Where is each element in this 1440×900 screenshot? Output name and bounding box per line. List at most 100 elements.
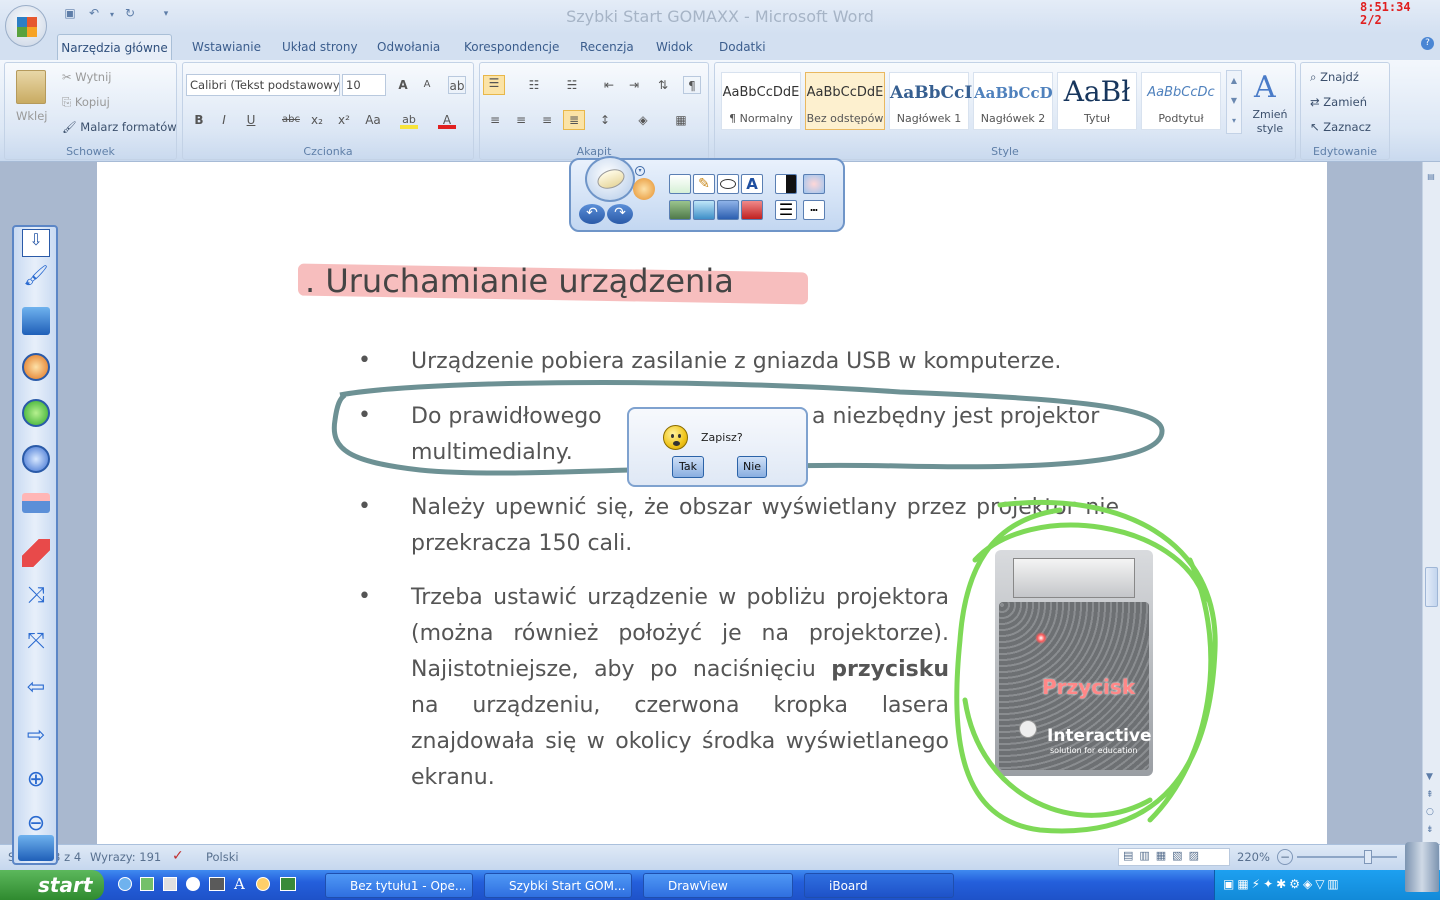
taskbar-item-word[interactable]: Szybki Start GOM... (484, 873, 632, 898)
brush-icon[interactable]: 🖌 (22, 263, 50, 291)
increase-indent-icon[interactable]: ⇥ (625, 76, 643, 94)
prev-page-icon[interactable]: ⇞ (1426, 790, 1434, 800)
image-icon[interactable] (669, 200, 691, 220)
quicklaunch-icon-7[interactable] (256, 877, 270, 891)
next-page-icon[interactable]: ⇟ (1426, 825, 1434, 835)
copy-button[interactable]: ⎘ Kopiuj (62, 95, 110, 110)
superscript-icon[interactable]: x² (335, 111, 353, 129)
scroll-down-icon[interactable]: ▼ (1426, 772, 1433, 782)
zoom-out-button[interactable]: − (1277, 849, 1293, 865)
office-button[interactable] (5, 5, 47, 47)
shrink-font-icon[interactable]: A (418, 76, 436, 94)
line-style-icon[interactable]: ┅ (803, 200, 825, 220)
underline-icon[interactable]: U (242, 111, 260, 129)
help-icon[interactable]: ? (1421, 37, 1434, 50)
tray-icons[interactable]: ▣▦⚡✦✱⚙◈▽▥ (1223, 877, 1403, 893)
font-name-select[interactable]: Calibri (Tekst podstawowy (186, 74, 340, 96)
tab-home[interactable]: Narzędzia główne (57, 34, 172, 61)
highlight-icon[interactable]: ab (400, 113, 418, 129)
style-heading-2[interactable]: AaBbCcD Nagłówek 2 (973, 72, 1053, 130)
line-width-icon[interactable]: ☰ (775, 200, 797, 220)
settings-icon[interactable] (18, 835, 54, 861)
proofing-icon[interactable]: ✓ (172, 848, 184, 864)
dialog-yes-button[interactable]: Tak (672, 456, 704, 478)
zoom-level[interactable]: 220% (1237, 850, 1270, 864)
record-icon[interactable] (22, 353, 50, 381)
decrease-indent-icon[interactable]: ⇤ (600, 76, 618, 94)
bullets-icon[interactable]: ☰ (483, 75, 505, 95)
font-color-icon[interactable]: A (438, 113, 456, 129)
shape-icon[interactable] (717, 174, 739, 194)
borders-icon[interactable]: ▦ (672, 111, 690, 129)
tab-review[interactable]: Recenzja (580, 40, 634, 54)
scroll-thumb[interactable] (1425, 567, 1438, 607)
previous-page-icon[interactable]: ⇦ (22, 675, 50, 703)
save-icon[interactable]: ▣ (62, 6, 78, 24)
toolbar-menu-icon[interactable]: ▾ (635, 166, 645, 176)
font-size-select[interactable]: 10 (342, 74, 386, 96)
cut-button[interactable]: ✂ Wytnij (62, 70, 111, 84)
undo-icon[interactable]: ↶ (86, 6, 102, 24)
paste-button[interactable]: Wklej (16, 109, 48, 123)
find-button[interactable]: ⌕ Znajdź (1310, 70, 1359, 85)
change-styles-button[interactable]: Zmień style (1252, 108, 1288, 136)
taskbar-item-openoffice[interactable]: Bez tytułu1 - Ope... (325, 873, 473, 898)
quicklaunch-font-icon[interactable]: A (234, 875, 245, 893)
paste-icon[interactable] (16, 70, 46, 104)
tab-addins[interactable]: Dodatki (719, 40, 766, 54)
play-icon[interactable] (22, 399, 50, 427)
quicklaunch-icon-2[interactable] (140, 877, 154, 891)
change-case-icon[interactable]: Aa (362, 111, 384, 129)
select-button[interactable]: ↖ Zaznacz (1310, 120, 1371, 134)
line-spacing-icon[interactable]: ↕ (596, 111, 614, 129)
undo-dropdown-icon[interactable]: ▾ (104, 10, 120, 28)
style-no-spacing[interactable]: AaBbCcDdE Bez odstępów (805, 72, 885, 130)
style-normal[interactable]: AaBbCcDdE ¶ Normalny (721, 72, 801, 130)
redo-icon[interactable]: ↻ (122, 6, 138, 24)
new-page-icon[interactable] (669, 174, 691, 194)
numbering-icon[interactable]: ☷ (525, 76, 543, 94)
next-page-arrow-icon[interactable]: ⇨ (22, 723, 50, 751)
style-subtitle[interactable]: AaBbCcDc Podtytuł (1141, 72, 1221, 130)
merge-icon[interactable]: ⤨ (22, 583, 50, 611)
view-buttons[interactable]: ▤▥▦▧▨ (1118, 848, 1230, 866)
grow-font-icon[interactable]: A (394, 76, 412, 94)
pause-icon[interactable] (22, 445, 50, 473)
bold-icon[interactable]: B (190, 111, 208, 129)
browse-object-icon[interactable]: ○ (1426, 807, 1434, 817)
pencil-icon[interactable]: ✎ (693, 174, 715, 194)
language[interactable]: Polski (206, 850, 239, 864)
align-right-icon[interactable]: ≡ (538, 111, 556, 129)
tab-mailings[interactable]: Korespondencje (464, 40, 559, 54)
taskbar-item-drawview[interactable]: DrawView (643, 873, 793, 898)
toolbox-icon[interactable] (741, 200, 763, 220)
style-title[interactable]: AaBł Tytuł (1057, 72, 1137, 130)
vertical-scrollbar[interactable]: ▤ ▼ ⇞ ○ ⇟ (1422, 162, 1440, 844)
palette-icon[interactable] (803, 174, 825, 194)
dialog-no-button[interactable]: Nie (737, 456, 767, 478)
zoom-in-icon[interactable]: ⊕ (22, 767, 50, 795)
toolbar-undo-icon[interactable]: ↶ (579, 204, 605, 224)
clear-format-icon[interactable]: ab (448, 76, 466, 94)
show-marks-icon[interactable]: ¶ (683, 76, 701, 94)
color-fill-icon[interactable] (775, 174, 797, 194)
split-icon[interactable]: ⤧ (22, 629, 50, 657)
zoom-slider[interactable] (1297, 856, 1397, 858)
quicklaunch-icon-8[interactable] (280, 877, 296, 891)
strikethrough-icon[interactable]: abc (282, 111, 300, 129)
clear-icon[interactable] (22, 539, 50, 567)
italic-icon[interactable]: I (215, 111, 233, 129)
start-button[interactable]: start (0, 870, 104, 900)
tab-insert[interactable]: Wstawianie (192, 40, 261, 54)
eraser-icon[interactable] (22, 493, 50, 513)
shading-icon[interactable]: ◈ (634, 111, 652, 129)
styles-scroll[interactable]: ▲ ▼ ▾ (1226, 70, 1242, 134)
text-tool-icon[interactable]: A (741, 174, 763, 194)
replace-button[interactable]: ⇄ Zamień (1310, 95, 1367, 109)
open-folder-icon[interactable] (717, 200, 739, 220)
customize-qat-icon[interactable]: ▾ (158, 9, 174, 27)
toolbar-collapse-icon[interactable]: ⇩ (22, 229, 50, 257)
tab-references[interactable]: Odwołania (377, 40, 440, 54)
ruler-toggle-icon[interactable]: ▤ (1425, 172, 1437, 184)
change-styles-icon[interactable]: A (1254, 70, 1276, 105)
